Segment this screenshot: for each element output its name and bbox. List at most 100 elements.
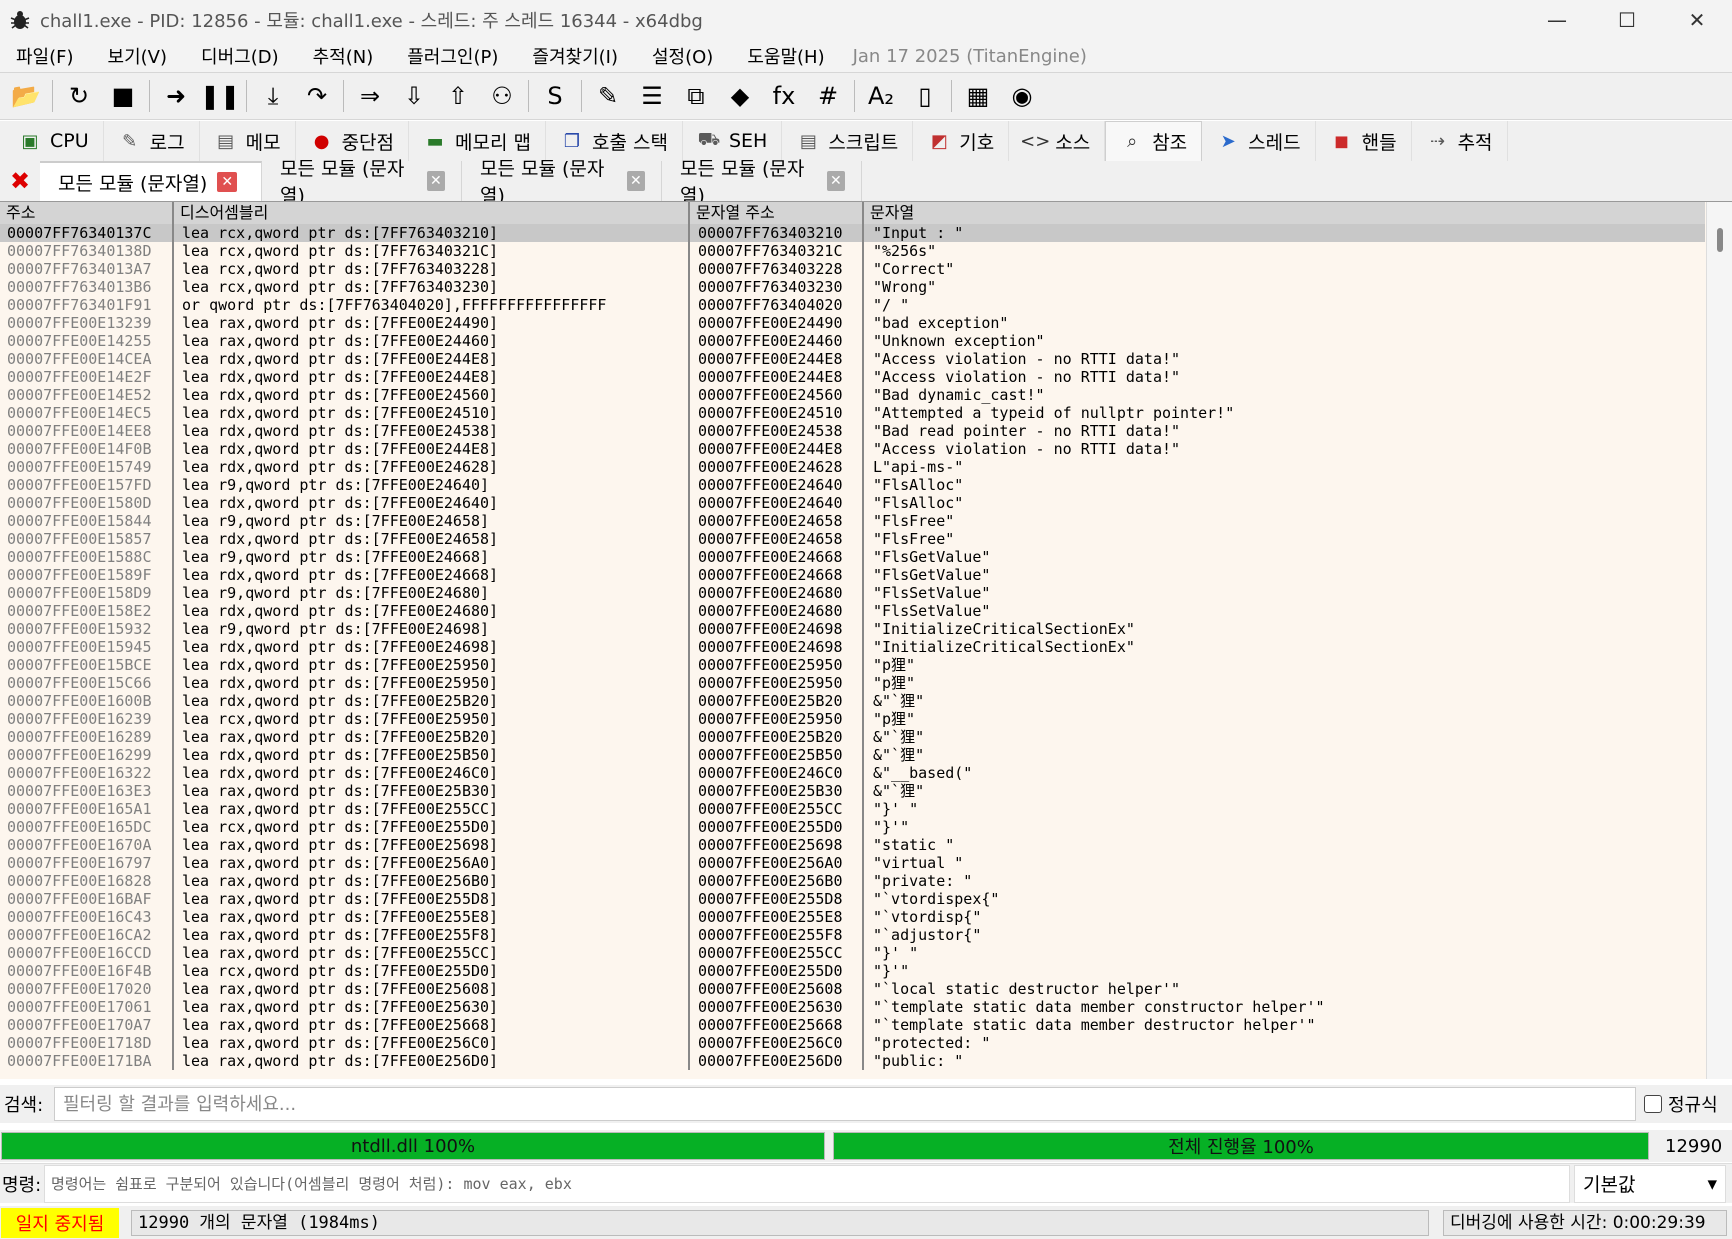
trace-into-icon[interactable]: ⇒ <box>352 78 388 114</box>
vertical-scrollbar[interactable] <box>1706 202 1732 1079</box>
maximize-button[interactable]: ☐ <box>1592 0 1662 40</box>
menu-favourites[interactable]: 즐겨찾기(I) <box>520 43 630 69</box>
comments-icon[interactable]: ☰ <box>634 78 670 114</box>
table-row[interactable]: 00007FFE00E158D9 lea r9,qword ptr ds:[7FF… <box>0 584 1705 602</box>
table-row[interactable]: 00007FFE00E16828 lea rax,qword ptr ds:[7F… <box>0 872 1705 890</box>
table-row[interactable]: 00007FFE00E15C66 lea rdx,qword ptr ds:[7F… <box>0 674 1705 692</box>
table-row[interactable]: 00007FFE00E15844 lea r9,qword ptr ds:[7FF… <box>0 512 1705 530</box>
regex-toggle[interactable]: 정규식 <box>1644 1091 1718 1117</box>
table-row[interactable]: 00007FFE00E16797 lea rax,qword ptr ds:[7F… <box>0 854 1705 872</box>
table-row[interactable]: 00007FFE00E17061 lea rax,qword ptr ds:[7F… <box>0 998 1705 1016</box>
font-icon[interactable]: A₂ <box>863 78 899 114</box>
table-row[interactable]: 00007FFE00E15932 lea r9,qword ptr ds:[7FF… <box>0 620 1705 638</box>
menu-help[interactable]: 도움말(H) <box>735 43 836 69</box>
table-row[interactable]: 00007FFE00E170A7 lea rax,qword ptr ds:[7F… <box>0 1016 1705 1034</box>
table-row[interactable]: 00007FFE00E16CCD lea rax,qword ptr ds:[7F… <box>0 944 1705 962</box>
table-row[interactable]: 00007FFE00E16F4B lea rcx,qword ptr ds:[7F… <box>0 962 1705 980</box>
table-row[interactable]: 00007FF763401F91 or qword ptr ds:[7FF7634… <box>0 296 1705 314</box>
table-row[interactable]: 00007FFE00E15749 lea rdx,qword ptr ds:[7F… <box>0 458 1705 476</box>
table-row[interactable]: 00007FF7634013B6 lea rcx,qword ptr ds:[7F… <box>0 278 1705 296</box>
column-header-string-address[interactable]: 문자열 주소 <box>690 202 864 224</box>
table-row[interactable]: 00007FFE00E157FD lea r9,qword ptr ds:[7FF… <box>0 476 1705 494</box>
close-tab-icon[interactable]: ✕ <box>217 172 238 192</box>
pause-icon[interactable]: ❚❚ <box>200 78 240 114</box>
table-row[interactable]: 00007FFE00E15945 lea rdx,qword ptr ds:[7F… <box>0 638 1705 656</box>
search-input[interactable] <box>54 1087 1636 1121</box>
menu-view[interactable]: 보기(V) <box>96 43 179 69</box>
globe-icon[interactable]: ◉ <box>1004 78 1040 114</box>
close-all-tabs-icon[interactable]: ✖ <box>0 161 40 201</box>
restart-icon[interactable]: ↻ <box>61 78 97 114</box>
close-window-button[interactable]: ✕ <box>1662 0 1732 40</box>
minimize-button[interactable]: — <box>1522 0 1592 40</box>
table-row[interactable]: 00007FFE00E16BAF lea rax,qword ptr ds:[7F… <box>0 890 1705 908</box>
table-row[interactable]: 00007FFE00E1589F lea rdx,qword ptr ds:[7F… <box>0 566 1705 584</box>
trace-over-icon[interactable]: ⇩ <box>396 78 432 114</box>
table-row[interactable]: 00007FFE00E16239 lea rcx,qword ptr ds:[7F… <box>0 710 1705 728</box>
step-into-icon[interactable]: ⤓ <box>255 78 291 114</box>
table-row[interactable]: 00007FFE00E13239 lea rax,qword ptr ds:[7F… <box>0 314 1705 332</box>
tab-source[interactable]: <> 소스 <box>1009 121 1106 161</box>
device-icon[interactable]: ▯ <box>907 78 943 114</box>
calculator-icon[interactable]: ▦ <box>960 78 996 114</box>
column-header-address[interactable]: 주소 <box>0 202 174 224</box>
sub-tab-all-modules-strings[interactable]: 모든 모듈 (문자열) ✕ <box>462 158 662 207</box>
table-row[interactable]: 00007FFE00E1718D lea rax,qword ptr ds:[7F… <box>0 1034 1705 1052</box>
menu-plugins[interactable]: 플러그인(P) <box>395 43 510 69</box>
tab-log[interactable]: ✎ 로그 <box>104 121 200 161</box>
table-row[interactable]: 00007FFE00E14255 lea rax,qword ptr ds:[7F… <box>0 332 1705 350</box>
table-row[interactable]: 00007FFE00E15857 lea rdx,qword ptr ds:[7F… <box>0 530 1705 548</box>
table-row[interactable]: 00007FFE00E14F0B lea rdx,qword ptr ds:[7F… <box>0 440 1705 458</box>
stop-icon[interactable]: ■ <box>105 78 141 114</box>
table-row[interactable]: 00007FFE00E1670A lea rax,qword ptr ds:[7F… <box>0 836 1705 854</box>
run-to-user-code-icon[interactable]: ⚇ <box>484 78 520 114</box>
column-header-disassembly[interactable]: 디스어셈블리 <box>174 202 690 224</box>
close-tab-icon[interactable]: ✕ <box>826 171 845 191</box>
table-row[interactable]: 00007FF76340138D lea rcx,qword ptr ds:[7F… <box>0 242 1705 260</box>
table-row[interactable]: 00007FFE00E15BCE lea rdx,qword ptr ds:[7F… <box>0 656 1705 674</box>
close-tab-icon[interactable]: ✕ <box>426 171 445 191</box>
table-row[interactable]: 00007FFE00E1580D lea rdx,qword ptr ds:[7F… <box>0 494 1705 512</box>
table-row[interactable]: 00007FFE00E165A1 lea rax,qword ptr ds:[7F… <box>0 800 1705 818</box>
close-tab-icon[interactable]: ✕ <box>626 171 645 191</box>
table-row[interactable]: 00007FFE00E171BA lea rax,qword ptr ds:[7F… <box>0 1052 1705 1070</box>
column-header-string[interactable]: 문자열 <box>864 202 1705 224</box>
table-row[interactable]: 00007FFE00E165DC lea rcx,qword ptr ds:[7F… <box>0 818 1705 836</box>
table-row[interactable]: 00007FFE00E1600B lea rdx,qword ptr ds:[7F… <box>0 692 1705 710</box>
functions-icon[interactable]: fx <box>766 78 802 114</box>
tab-cpu[interactable]: ▣ CPU <box>4 121 104 161</box>
execute-till-return-icon[interactable]: ⇧ <box>440 78 476 114</box>
open-folder-icon[interactable]: 📂 <box>8 78 44 114</box>
table-row[interactable]: 00007FFE00E16C43 lea rax,qword ptr ds:[7F… <box>0 908 1705 926</box>
table-row[interactable]: 00007FFE00E14EC5 lea rdx,qword ptr ds:[7F… <box>0 404 1705 422</box>
sub-tab-all-modules-strings[interactable]: 모든 모듈 (문자열) ✕ <box>262 158 462 207</box>
scylla-icon[interactable]: S <box>537 78 573 114</box>
table-row[interactable]: 00007FFE00E1588C lea r9,qword ptr ds:[7FF… <box>0 548 1705 566</box>
table-row[interactable]: 00007FFE00E163E3 lea rax,qword ptr ds:[7F… <box>0 782 1705 800</box>
regex-checkbox[interactable] <box>1644 1095 1662 1113</box>
labels-icon[interactable]: ⧉ <box>678 78 714 114</box>
run-icon[interactable]: ➜ <box>158 78 194 114</box>
bookmarks-icon[interactable]: ◆ <box>722 78 758 114</box>
table-row[interactable]: 00007FFE00E14CEA lea rdx,qword ptr ds:[7F… <box>0 350 1705 368</box>
sub-tab-all-modules-strings[interactable]: 모든 모듈 (문자열) ✕ <box>662 158 862 207</box>
tab-handles[interactable]: ◼ 핸들 <box>1316 121 1412 161</box>
table-row[interactable]: 00007FFE00E16289 lea rax,qword ptr ds:[7F… <box>0 728 1705 746</box>
table-row[interactable]: 00007FFE00E14E52 lea rdx,qword ptr ds:[7F… <box>0 386 1705 404</box>
table-row[interactable]: 00007FFE00E16299 lea rdx,qword ptr ds:[7F… <box>0 746 1705 764</box>
command-input[interactable] <box>44 1164 1570 1203</box>
patch-icon[interactable]: ✎ <box>590 78 626 114</box>
table-row[interactable]: 00007FFE00E16CA2 lea rax,qword ptr ds:[7F… <box>0 926 1705 944</box>
table-row[interactable]: 00007FFE00E14EE8 lea rdx,qword ptr ds:[7F… <box>0 422 1705 440</box>
tab-trace[interactable]: ⇢ 추적 <box>1412 121 1508 161</box>
sub-tab-all-modules-strings[interactable]: 모든 모듈 (문자열) ✕ <box>40 161 262 201</box>
menu-debug[interactable]: 디버그(D) <box>189 43 291 69</box>
step-over-icon[interactable]: ↷ <box>299 78 335 114</box>
tab-symbols[interactable]: ◩ 기호 <box>913 121 1010 161</box>
table-row[interactable]: 00007FFE00E158E2 lea rdx,qword ptr ds:[7F… <box>0 602 1705 620</box>
menu-file[interactable]: 파일(F) <box>4 43 86 69</box>
command-mode-select[interactable]: 기본값 ▾ <box>1574 1164 1726 1203</box>
table-row[interactable]: 00007FF7634013A7 lea rcx,qword ptr ds:[7F… <box>0 260 1705 278</box>
scrollbar-thumb[interactable] <box>1717 228 1723 252</box>
tab-references[interactable]: ⌕ 참조 <box>1105 121 1203 161</box>
